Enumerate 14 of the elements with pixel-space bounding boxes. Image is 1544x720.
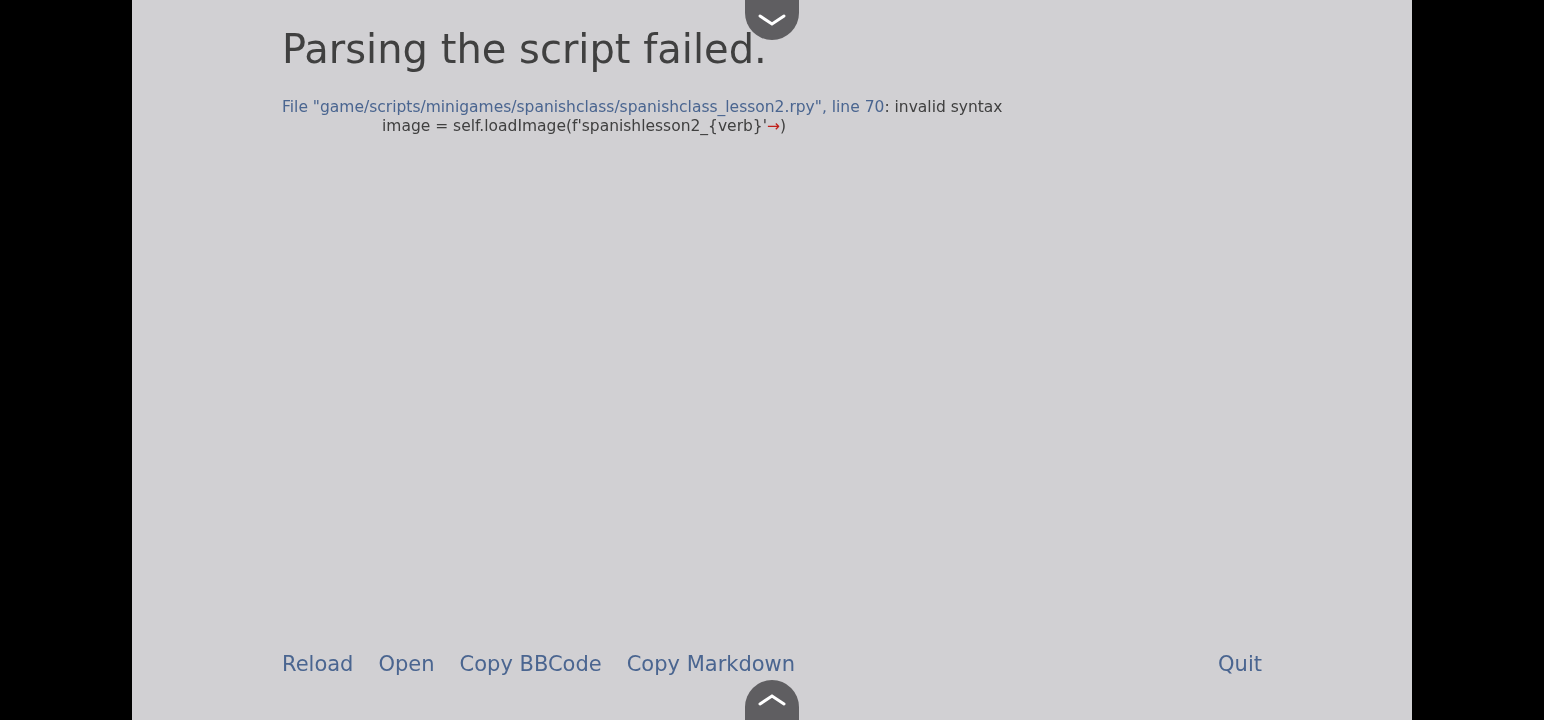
action-button[interactable]: Open [378,648,435,680]
chevron-up-icon [758,694,786,706]
chevron-down-icon [758,14,786,26]
expand-tab[interactable] [745,680,799,720]
error-message: : invalid syntax [884,98,1003,116]
code-line-end: ) [780,117,787,135]
code-line: image = self.loadImage(f'spanishlesson2_{verb}' [382,117,767,135]
error-title: Parsing the script failed. [282,26,767,72]
file-location-link[interactable]: File "game/scripts/minigames/spanishclass/spanishclass_lesson2.rpy", line 70 [282,98,885,116]
quit-button[interactable]: Quit [1218,648,1262,680]
action-button[interactable]: Copy BBCode [459,648,602,680]
action-button[interactable]: Reload [282,648,354,680]
action-button[interactable]: Copy Markdown [626,648,796,680]
error-marker: → [767,117,780,135]
